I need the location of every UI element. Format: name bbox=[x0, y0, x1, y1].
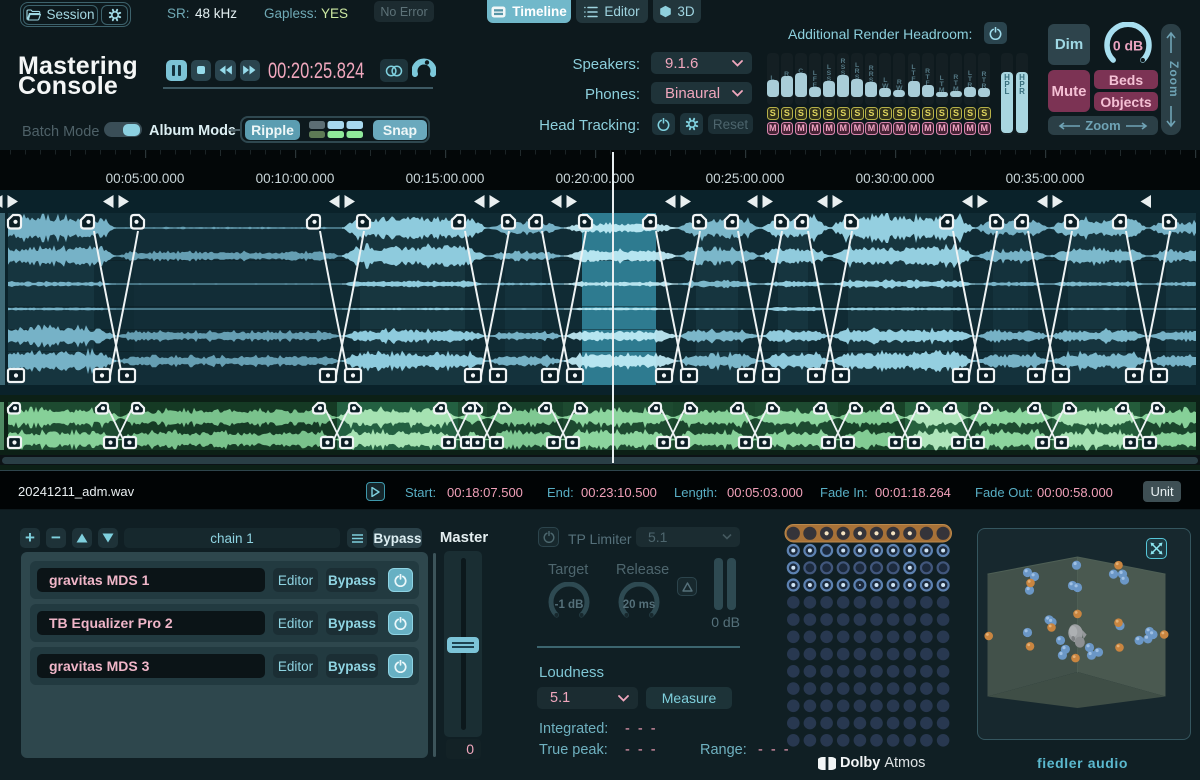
svg-text:0 dB: 0 dB bbox=[1113, 38, 1143, 54]
svg-text:00:10:00.000: 00:10:00.000 bbox=[256, 171, 335, 186]
svg-text:20 ms: 20 ms bbox=[623, 599, 656, 611]
svg-text:00:25:00.000: 00:25:00.000 bbox=[706, 171, 785, 186]
svg-text:-1 dB: -1 dB bbox=[555, 599, 584, 611]
svg-text:00:30:00.000: 00:30:00.000 bbox=[856, 171, 935, 186]
svg-text:00:05:00.000: 00:05:00.000 bbox=[106, 171, 185, 186]
svg-text:00:20:00.000: 00:20:00.000 bbox=[556, 171, 635, 186]
svg-text:00:35:00.000: 00:35:00.000 bbox=[1006, 171, 1085, 186]
svg-text:00:15:00.000: 00:15:00.000 bbox=[406, 171, 485, 186]
